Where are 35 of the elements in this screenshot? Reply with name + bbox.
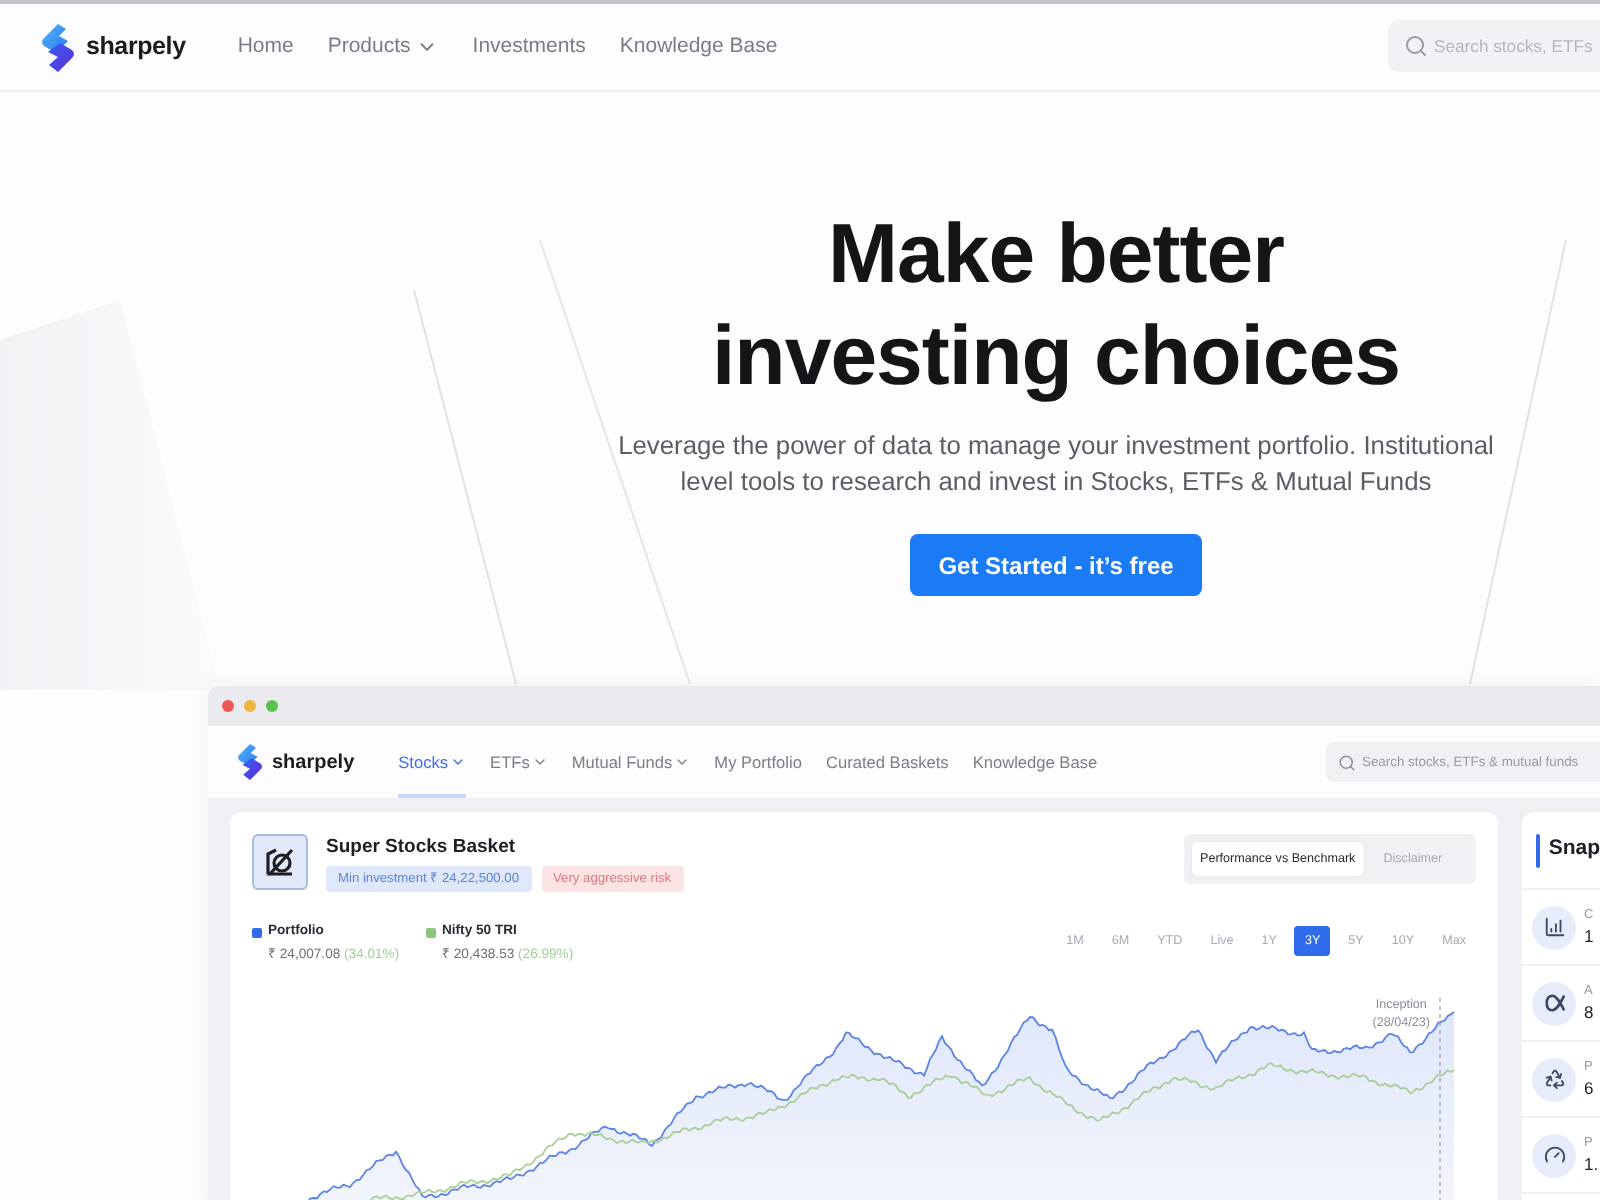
nav-tab[interactable]: Knowledge Base: [972, 726, 1098, 798]
search-icon: [1404, 33, 1428, 57]
panel-title: Snap: [1548, 834, 1600, 865]
hero-subtitle: Leverage the power of data to manage your investment portfolio. Institutional level tools to research and invest in Stocks, ETFs & Mutual Funds: [618, 428, 1494, 500]
nav-tab[interactable]: Curated Baskets: [825, 726, 949, 798]
alpha-icon: [1532, 981, 1576, 1025]
gauge-icon: [1532, 1133, 1576, 1177]
brand-name: sharpely: [86, 30, 186, 65]
nav-link[interactable]: Home: [237, 31, 294, 63]
metric-value: 8: [1584, 1000, 1594, 1024]
chevron-down-icon: [674, 754, 691, 770]
nav-tab[interactable]: My Portfolio: [714, 726, 802, 798]
bar-chart-icon: [1532, 905, 1576, 949]
basket-title: Super Stocks Basket: [326, 836, 518, 860]
search-icon: [1338, 753, 1356, 771]
nav-link[interactable]: Investments: [472, 31, 586, 63]
basket-logo-icon: [252, 834, 308, 890]
nav-tab[interactable]: ETFs: [490, 726, 548, 798]
nav-tab[interactable]: Stocks: [398, 726, 467, 798]
metric-value: 6: [1584, 1076, 1594, 1100]
accent-bar: [1536, 833, 1541, 867]
nav-link[interactable]: Products: [327, 31, 439, 63]
get-started-button[interactable]: Get Started - it’s free: [910, 534, 1202, 596]
metric-value: 1: [1584, 924, 1594, 948]
metric-value: 1.: [1584, 1152, 1599, 1176]
brand-name: sharpely: [272, 749, 355, 777]
search-field[interactable]: Search stocks, ETFs: [1388, 19, 1600, 71]
logo-icon: [40, 23, 76, 71]
hero-title: Make better investing choices: [712, 204, 1400, 406]
chevron-down-icon: [531, 754, 548, 770]
recycle-icon: [1532, 1057, 1576, 1101]
nav-link[interactable]: Knowledge Base: [619, 31, 778, 63]
chevron-down-icon: [450, 754, 467, 770]
nav-tab[interactable]: Mutual Funds: [571, 726, 691, 798]
logo-icon: [236, 744, 264, 780]
